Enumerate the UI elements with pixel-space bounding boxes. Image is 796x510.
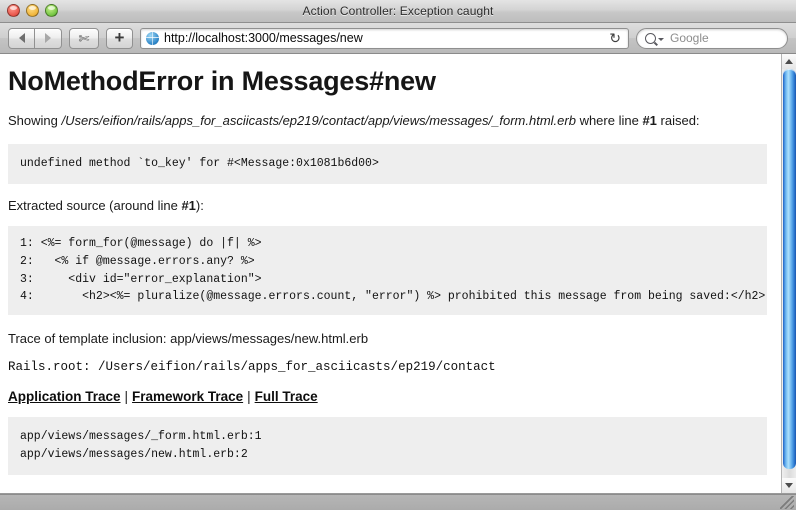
minimize-button[interactable] [26, 4, 39, 17]
extracted-line-number: #1 [181, 197, 196, 213]
search-placeholder: Google [670, 31, 709, 45]
navigation-buttons [8, 27, 62, 49]
scissors-icon: ✄ [78, 30, 90, 46]
search-icon [645, 32, 656, 44]
scrollbar-track[interactable] [781, 69, 796, 478]
back-button[interactable] [8, 27, 35, 49]
extracted-source-box: 1: <%= form_for(@message) do |f| %> 2: <… [8, 225, 767, 316]
extracted-source-heading: Extracted source (around line #1): [8, 198, 767, 213]
window-bottom-bar [0, 494, 796, 510]
zoom-button[interactable] [45, 4, 58, 17]
framework-trace-link[interactable]: Framework Trace [132, 389, 243, 404]
trace-separator-1: | [124, 389, 129, 405]
scroll-down-button[interactable] [781, 478, 796, 493]
extracted-prefix: Extracted source (around line [8, 197, 182, 213]
browser-toolbar: ✄ + http://localhost:3000/messages/new ↻… [0, 23, 796, 54]
trace-links: Application Trace | Framework Trace | Full T… [8, 389, 767, 404]
browser-window: Action Controller: Exception caught ✄ + … [0, 0, 796, 510]
rails-root-line: Rails.root: /Users/eifion/rails/apps_for… [8, 360, 496, 375]
showing-mid: where line [575, 113, 643, 128]
extracted-suffix: ): [195, 197, 204, 213]
content-area: NoMethodError in Messages#new Showing /U… [0, 54, 796, 494]
window-title: Action Controller: Exception caught [302, 4, 494, 18]
plus-icon: + [114, 27, 125, 47]
snippet-button[interactable]: ✄ [69, 27, 99, 49]
backtrace-box: app/views/messages/_form.html.erb:1 app/… [8, 417, 767, 475]
search-field[interactable]: Google [636, 27, 788, 49]
page-title: NoMethodError in Messages#new [8, 66, 436, 96]
up-arrow-icon [785, 59, 793, 64]
vertical-scrollbar[interactable] [781, 54, 796, 493]
trace-separator-2: | [247, 389, 251, 405]
url-text: http://localhost:3000/messages/new [164, 31, 363, 45]
new-tab-button[interactable]: + [106, 27, 133, 49]
address-bar[interactable]: http://localhost:3000/messages/new ↻ [140, 27, 629, 49]
window-controls [7, 4, 58, 17]
chevron-down-icon[interactable] [658, 37, 664, 41]
down-arrow-icon [785, 483, 793, 488]
window-titlebar: Action Controller: Exception caught [0, 0, 796, 23]
application-trace-link[interactable]: Application Trace [8, 389, 121, 404]
full-trace-link[interactable]: Full Trace [255, 389, 318, 404]
forward-button[interactable] [35, 27, 62, 49]
scrollbar-thumb[interactable] [782, 69, 796, 469]
resize-grip[interactable] [780, 496, 794, 509]
showing-line: Showing /Users/eifion/rails/apps_for_asc… [8, 111, 767, 131]
back-arrow-icon [18, 33, 25, 43]
showing-line-number: #1 [642, 113, 657, 128]
showing-prefix: Showing [8, 113, 62, 128]
showing-suffix: raised: [656, 113, 700, 128]
error-page: NoMethodError in Messages#new Showing /U… [0, 54, 781, 493]
close-button[interactable] [7, 4, 20, 17]
error-message-box: undefined method `to_key' for #<Message:… [8, 144, 767, 184]
template-path: /Users/eifion/rails/apps_for_asciicasts/… [61, 113, 576, 128]
forward-arrow-icon [45, 33, 51, 43]
globe-icon [146, 31, 159, 45]
scroll-up-button[interactable] [781, 54, 796, 69]
template-inclusion-trace: Trace of template inclusion: app/views/m… [8, 331, 369, 347]
reload-icon[interactable]: ↻ [606, 31, 624, 45]
